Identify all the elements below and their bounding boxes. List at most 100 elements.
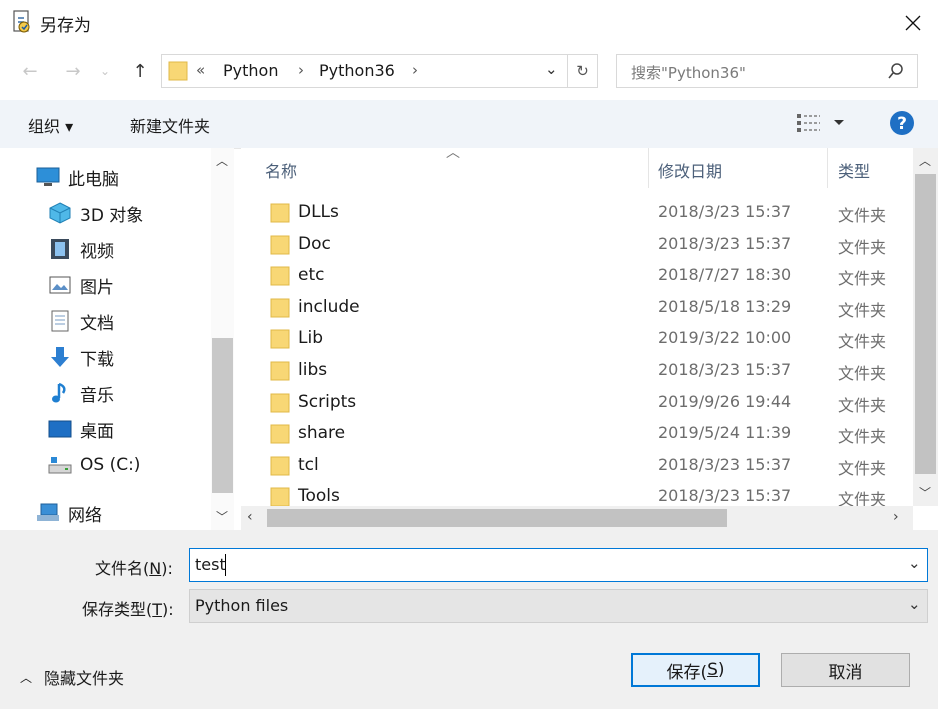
text-caret xyxy=(225,554,226,576)
up-button[interactable]: ↑ xyxy=(125,56,155,86)
column-divider[interactable] xyxy=(827,148,828,188)
view-options-button[interactable] xyxy=(796,112,848,138)
forward-button[interactable]: → xyxy=(58,56,88,86)
file-row[interactable]: etc 2018/7/27 18:30 文件夹 xyxy=(241,260,913,291)
new-folder-button[interactable]: 新建文件夹 xyxy=(130,113,210,137)
filelist-hscroll-thumb[interactable] xyxy=(267,509,727,527)
sidebar-item-os-c[interactable]: OS (C:) xyxy=(48,449,140,481)
drive-icon xyxy=(48,454,72,476)
breadcrumb-separator-icon[interactable]: › xyxy=(298,61,304,79)
column-divider[interactable] xyxy=(648,148,649,188)
file-row[interactable]: Scripts 2019/9/26 19:44 文件夹 xyxy=(241,387,913,418)
file-name[interactable]: Doc xyxy=(298,234,331,254)
sidebar-item-network[interactable]: 网络 xyxy=(36,497,102,529)
file-name[interactable]: share xyxy=(298,423,345,443)
filelist-horizontal-scrollbar[interactable]: ‹ › xyxy=(241,506,913,530)
sidebar-item-this-pc[interactable]: 此电脑 xyxy=(36,161,119,193)
chevron-down-icon[interactable]: ⌄ xyxy=(908,595,921,613)
column-header-date[interactable]: 修改日期 xyxy=(658,158,722,182)
file-row[interactable]: tcl 2018/3/23 15:37 文件夹 xyxy=(241,450,913,481)
address-dropdown-icon[interactable]: ⌄ xyxy=(545,60,558,78)
save-as-app-icon xyxy=(12,10,32,34)
chevron-down-icon: ⌄ xyxy=(99,64,111,78)
file-modified-date: 2018/7/27 18:30 xyxy=(658,265,792,285)
breadcrumb-overflow[interactable]: « xyxy=(196,61,205,79)
sidebar-scrollbar[interactable]: ︿ ﹀ xyxy=(211,148,234,530)
file-modified-date: 2018/3/23 15:37 xyxy=(658,454,792,474)
filename-input[interactable]: test xyxy=(195,555,226,574)
address-bar[interactable]: « Python › Python36 › ⌄ xyxy=(161,54,568,88)
column-header-type[interactable]: 类型 xyxy=(838,158,870,182)
folder-icon xyxy=(270,393,290,413)
sidebar-scroll-thumb[interactable] xyxy=(212,338,233,493)
refresh-button[interactable]: ↻ xyxy=(567,54,598,88)
filelist-vertical-scrollbar[interactable]: ︿ ﹀ xyxy=(913,148,938,506)
file-name[interactable]: DLLs xyxy=(298,202,339,222)
file-row[interactable]: share 2019/5/24 11:39 文件夹 xyxy=(241,418,913,449)
chevron-down-icon[interactable]: ⌄ xyxy=(908,554,921,572)
sidebar-item-3d-objects[interactable]: 3D 对象 xyxy=(48,197,143,229)
scroll-down-icon[interactable]: ﹀ xyxy=(216,508,228,525)
search-input[interactable]: 搜索"Python36" xyxy=(631,62,746,83)
file-name[interactable]: etc xyxy=(298,265,324,285)
document-icon xyxy=(48,310,72,332)
breadcrumb-python36[interactable]: Python36 xyxy=(319,61,395,80)
file-row[interactable]: libs 2018/3/23 15:37 文件夹 xyxy=(241,355,913,386)
breadcrumb-python[interactable]: Python xyxy=(223,61,278,80)
filename-label-suffix: ): xyxy=(161,559,173,578)
cancel-button[interactable]: 取消 xyxy=(781,653,910,687)
scroll-down-icon[interactable]: ﹀ xyxy=(919,484,931,501)
help-button[interactable]: ? xyxy=(889,110,915,140)
file-modified-date: 2018/5/18 13:29 xyxy=(658,296,792,316)
file-name[interactable]: Tools xyxy=(298,486,340,506)
file-name[interactable]: Lib xyxy=(298,328,323,348)
svg-text:?: ? xyxy=(897,114,907,134)
scroll-right-icon[interactable]: › xyxy=(893,509,899,525)
up-arrow-icon: ↑ xyxy=(132,60,148,82)
filetype-select[interactable]: Python files ⌄ xyxy=(189,589,928,623)
search-box[interactable]: 搜索"Python36" xyxy=(616,54,918,88)
filename-field[interactable]: test ⌄ xyxy=(189,548,928,582)
breadcrumb-separator-icon[interactable]: › xyxy=(412,61,418,79)
file-name[interactable]: libs xyxy=(298,360,327,380)
file-row[interactable]: Doc 2018/3/23 15:37 文件夹 xyxy=(241,229,913,260)
folder-icon xyxy=(270,329,290,349)
sidebar-item-label: 视频 xyxy=(80,241,114,262)
file-type: 文件夹 xyxy=(838,300,887,320)
column-header-name[interactable]: 名称 xyxy=(265,158,297,182)
file-row[interactable]: DLLs 2018/3/23 15:37 文件夹 xyxy=(241,197,913,228)
video-icon xyxy=(48,238,72,260)
file-row[interactable]: Lib 2019/3/22 10:00 文件夹 xyxy=(241,323,913,354)
file-modified-date: 2019/9/26 19:44 xyxy=(658,391,792,411)
scroll-up-icon[interactable]: ︿ xyxy=(216,152,228,169)
sidebar-item-label: 音乐 xyxy=(80,385,114,406)
navigation-pane: 此电脑 3D 对象 视频 图片 文档 下载 音乐 桌面 OS (C:) 网络 ︿… xyxy=(0,148,234,530)
file-name[interactable]: include xyxy=(298,297,360,317)
sidebar-item-documents[interactable]: 文档 xyxy=(48,305,114,337)
recent-locations-button[interactable]: ⌄ xyxy=(95,56,115,86)
sidebar-item-downloads[interactable]: 下载 xyxy=(48,341,114,373)
close-button[interactable] xyxy=(890,4,936,42)
folder-icon xyxy=(270,456,290,476)
sidebar-item-music[interactable]: 音乐 xyxy=(48,377,114,409)
search-icon[interactable] xyxy=(887,62,905,84)
scroll-up-icon[interactable]: ︿ xyxy=(919,152,931,169)
file-modified-date: 2018/3/23 15:37 xyxy=(658,202,792,221)
sidebar-item-pictures[interactable]: 图片 xyxy=(48,269,114,301)
hide-folders-button[interactable]: ︿ 隐藏文件夹 xyxy=(20,665,124,689)
sidebar-item-label: 此电脑 xyxy=(68,169,119,190)
file-type: 文件夹 xyxy=(838,427,887,447)
file-name[interactable]: Scripts xyxy=(298,392,356,412)
sidebar-item-desktop[interactable]: 桌面 xyxy=(48,413,114,445)
filelist-vscroll-thumb[interactable] xyxy=(915,174,936,474)
desktop-icon xyxy=(48,418,72,440)
folder-icon xyxy=(270,298,290,318)
file-name[interactable]: tcl xyxy=(298,455,319,475)
network-icon xyxy=(36,502,60,524)
save-button[interactable]: 保存(S) xyxy=(631,653,760,687)
organize-menu-button[interactable]: 组织 ▾ xyxy=(28,113,73,137)
scroll-left-icon[interactable]: ‹ xyxy=(247,509,253,525)
back-button[interactable]: ← xyxy=(15,56,45,86)
file-row[interactable]: include 2018/5/18 13:29 文件夹 xyxy=(241,292,913,323)
sidebar-item-videos[interactable]: 视频 xyxy=(48,233,114,265)
